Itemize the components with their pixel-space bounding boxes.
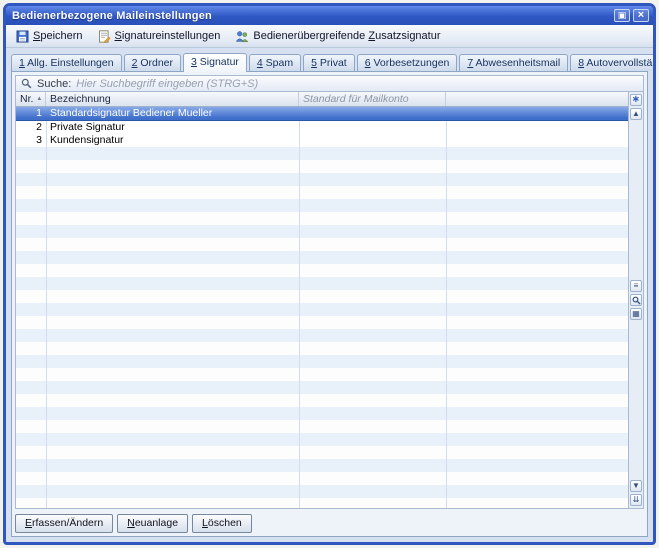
close-icon: × [638,10,644,21]
column-divider [299,107,300,508]
grid-menu-button[interactable]: ≡ [630,280,642,292]
tab-spam[interactable]: 4 Spam [249,54,301,71]
row-standard [299,107,446,120]
row-number: 2 [16,121,46,134]
tab-vorbesetzungen[interactable]: 6 Vorbesetzungen [357,54,458,71]
tab-content-signatur: Suche: Nr. ▲ Bezeichnung Standard für Ma… [11,71,648,537]
column-divider [46,107,47,508]
row-filler [446,107,628,120]
tab-abwesenheitsmail[interactable]: 7 Abwesenheitsmail [459,54,568,71]
cross-operator-signature-button[interactable]: Bedienerübergreifende Zusatzsignatur [230,27,447,46]
window-title: Bedienerbezogene Maileinstellungen [12,10,611,22]
scroll-down-button[interactable]: ▼ [630,480,642,492]
titlebar[interactable]: Bedienerbezogene Maileinstellungen ▣ × [6,6,653,25]
erfassen-aendern-button[interactable]: Erfassen/Ändern [15,514,113,533]
table-row[interactable]: 3 Kundensignatur [16,134,628,147]
magnifier-icon [632,296,641,305]
tab-autovervollstaendigung[interactable]: 8 Autovervollständigung [570,54,656,71]
footer-button-row: Erfassen/Ändern Neuanlage Löschen [15,509,644,533]
save-label: Speichern [33,30,83,42]
column-header-bezeichnung[interactable]: Bezeichnung [46,92,299,106]
tab-ordner[interactable]: 2 Ordner [124,54,181,71]
table-row-selected[interactable]: 1 Standardsignatur Bediener Mueller [16,107,628,121]
row-bezeichnung: Standardsignatur Bediener Mueller [46,107,299,120]
tab-signatur[interactable]: 3 Signatur [183,53,247,72]
maximize-icon: ▣ [618,11,627,20]
table-row[interactable]: 2 Private Signatur [16,121,628,134]
column-header-standard[interactable]: Standard für Mailkonto [299,92,446,106]
column-header-nr-label: Nr. [20,93,33,105]
signature-settings-label: Signatureinstellungen [115,30,221,42]
save-icon [16,30,29,43]
signature-settings-icon [98,30,111,43]
row-number: 1 [16,107,46,120]
row-filler [446,134,628,147]
users-icon [235,30,249,43]
window-body: 1 Allg. Einstellungen 2 Ordner 3 Signatu… [6,48,653,542]
column-header-empty [446,92,628,106]
save-button[interactable]: Speichern [11,27,90,46]
column-header-nr[interactable]: Nr. ▲ [16,92,46,106]
row-filler [446,121,628,134]
loeschen-button[interactable]: Löschen [192,514,252,533]
search-label: Suche: [37,78,71,90]
empty-rows-area [16,147,628,508]
tab-allg-einstellungen[interactable]: 1 Allg. Einstellungen [11,54,122,71]
search-row: Suche: [15,75,644,92]
row-number: 3 [16,134,46,147]
search-icon[interactable] [21,78,32,89]
column-divider [446,107,447,508]
grid-side-strip: ∗ ▲ ≡ [628,92,643,508]
row-standard [299,134,446,147]
tab-privat[interactable]: 5 Privat [303,54,355,71]
scroll-bottom-button[interactable]: ⇊ [630,494,642,506]
search-input[interactable] [76,78,638,90]
toolbar: Speichern Signatureinstellungen [6,25,653,48]
signature-settings-button[interactable]: Signatureinstellungen [93,27,228,46]
scroll-up-button[interactable]: ▲ [630,108,642,120]
column-options-icon: ∗ [632,95,640,105]
row-standard [299,121,446,134]
grid-view-button[interactable]: ▦ [630,308,642,320]
neuanlage-button[interactable]: Neuanlage [117,514,188,533]
row-bezeichnung: Private Signatur [46,121,299,134]
grid-body: 1 Standardsignatur Bediener Mueller 2 Pr… [16,107,628,508]
scroll-up-icon: ▲ [632,110,640,118]
tabstrip: 1 Allg. Einstellungen 2 Ordner 3 Signatu… [11,51,648,71]
grid-main: Nr. ▲ Bezeichnung Standard für Mailkonto… [16,92,628,508]
column-options-button[interactable]: ∗ [630,94,642,106]
scroll-down-icon: ▼ [632,482,640,490]
scroll-bottom-icon: ⇊ [633,496,640,504]
grid-search-button[interactable] [630,294,642,306]
signature-grid: Nr. ▲ Bezeichnung Standard für Mailkonto… [15,92,644,509]
sort-ascending-icon: ▲ [36,96,42,102]
grid-header: Nr. ▲ Bezeichnung Standard für Mailkonto [16,92,628,107]
close-button[interactable]: × [633,9,649,22]
maximize-button[interactable]: ▣ [614,9,630,22]
settings-window: Bedienerbezogene Maileinstellungen ▣ × S… [3,3,656,545]
grid-view-icon: ▦ [632,310,640,318]
row-bezeichnung: Kundensignatur [46,134,299,147]
menu-lines-icon: ≡ [634,282,639,290]
cross-operator-signature-label: Bedienerübergreifende Zusatzsignatur [253,30,440,42]
